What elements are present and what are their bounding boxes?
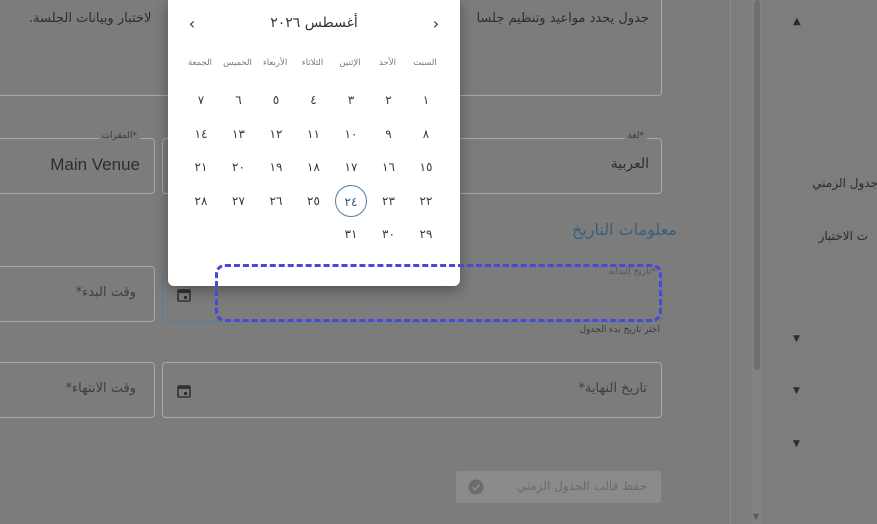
calendar-day[interactable]: ٢١	[185, 151, 217, 183]
calendar-day[interactable]: ٨	[410, 118, 442, 150]
chevron-right-icon[interactable]: ›	[426, 14, 446, 34]
calendar-day[interactable]: ٢٩	[410, 218, 442, 250]
end-time-input[interactable]: وقت الانتهاء*	[0, 362, 155, 418]
weekday-label: السبت	[413, 58, 437, 68]
calendar-day[interactable]: ٣	[335, 84, 367, 116]
calendar-day-selected[interactable]: ٢٤	[335, 184, 367, 217]
calendar-day[interactable]: ١٧	[335, 151, 367, 183]
focus-highlight	[215, 264, 662, 322]
end-date-input[interactable]: تاريخ النهاية*	[162, 362, 662, 418]
calendar-day[interactable]: ٩	[373, 118, 405, 150]
calendar-day[interactable]: ١٥	[410, 151, 442, 183]
calendar-day[interactable]: ١٨	[298, 151, 330, 183]
weekday-label: الأربعاء	[262, 58, 288, 68]
weekday-label: الخميس	[223, 58, 252, 68]
chevron-down-icon[interactable]: ▼	[793, 386, 800, 396]
calendar-day[interactable]: ٣٠	[373, 218, 405, 250]
calendar-day[interactable]: ١٩	[260, 151, 292, 183]
calendar-icon[interactable]	[177, 287, 191, 302]
date-picker-popup: ‹ أغسطس ٢٠٢٦ › السبت الأحد الإثنين الثلاثاء…	[168, 0, 460, 286]
calendar-day[interactable]: ٢٧	[223, 185, 255, 217]
scroll-down-icon[interactable]: ▼	[753, 512, 759, 521]
save-template-button[interactable]: حفظ قالب الجدول الزمني	[456, 471, 661, 503]
calendar-day[interactable]: ٢٦	[260, 185, 292, 217]
calendar-month-title[interactable]: أغسطس ٢٠٢٦	[258, 15, 370, 31]
venue-value: Main Venue	[50, 155, 140, 174]
calendar-day[interactable]: ٧	[185, 84, 217, 116]
description-text-left: لاختبار وبيانات الجلسة.	[29, 11, 152, 26]
chevron-left-icon[interactable]: ‹	[182, 14, 202, 34]
calendar-day[interactable]: ٥	[260, 84, 292, 116]
calendar-day[interactable]: ٢٥	[298, 185, 330, 217]
chevron-down-icon[interactable]: ▼	[793, 334, 800, 344]
description-text-right: جدول يحدد مواعيد وتنظيم جلسا	[476, 11, 650, 26]
sidebar-item-schedule[interactable]: جدول الزمني	[812, 176, 877, 190]
calendar-day[interactable]: ٢٢	[410, 185, 442, 217]
calendar-day[interactable]: ١٠	[335, 118, 367, 150]
calendar-day[interactable]: ٢	[373, 84, 405, 116]
calendar-day[interactable]: ١١	[298, 118, 330, 150]
chevron-up-icon[interactable]: ▲	[793, 16, 801, 27]
chevron-down-icon[interactable]: ▼	[793, 439, 800, 449]
calendar-day[interactable]: ٢٨	[185, 185, 217, 217]
calendar-day[interactable]: ١	[410, 84, 442, 116]
weekday-label: الأحد	[379, 58, 396, 68]
start-time-placeholder: وقت البدء*	[75, 285, 136, 300]
calendar-day[interactable]: ٣١	[335, 218, 367, 250]
check-circle-icon	[468, 479, 484, 495]
calendar-header: ‹ أغسطس ٢٠٢٦ ›	[168, 12, 460, 36]
sidebar-item-exam[interactable]: ت الاختبار	[819, 229, 868, 243]
language-value: العربية	[610, 156, 649, 172]
calendar-day[interactable]: ٦	[223, 84, 255, 116]
weekday-label: الثلاثاء	[301, 58, 324, 68]
start-date-helper: اختر تاريخ بدء الجدول	[579, 325, 660, 335]
venue-label: المقرات*	[98, 131, 140, 141]
calendar-day[interactable]: ١٢	[260, 118, 292, 150]
scrollbar-thumb[interactable]	[754, 0, 760, 370]
calendar-day[interactable]: ٢٣	[373, 185, 405, 217]
save-button-label: حفظ قالب الجدول الزمني	[516, 479, 647, 493]
calendar-day[interactable]: ١٤	[185, 118, 217, 150]
venue-select[interactable]: المقرات* Main Venue	[0, 131, 155, 194]
calendar-day[interactable]: ٤	[298, 84, 330, 116]
weekday-label: الإثنين	[339, 58, 361, 68]
end-date-placeholder: تاريخ النهاية*	[578, 381, 647, 396]
calendar-day[interactable]: ١٦	[373, 151, 405, 183]
date-section-title: معلومات التاريخ	[572, 220, 677, 239]
language-label: لغة*	[624, 131, 647, 141]
end-time-placeholder: وقت الانتهاء*	[65, 381, 136, 396]
weekday-label: الجمعة	[187, 58, 212, 68]
start-time-input[interactable]: وقت البدء*	[0, 266, 155, 322]
calendar-day[interactable]: ١٣	[223, 118, 255, 150]
calendar-icon[interactable]	[177, 383, 191, 398]
calendar-day[interactable]: ٢٠	[223, 151, 255, 183]
